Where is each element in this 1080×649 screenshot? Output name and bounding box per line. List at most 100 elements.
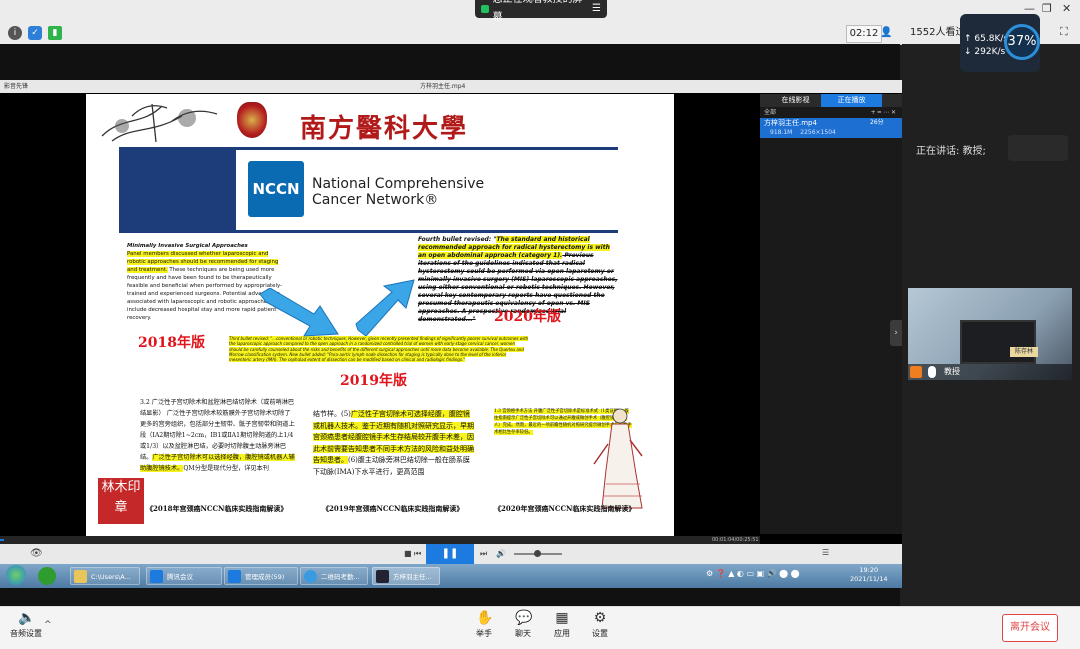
next-icon[interactable]: ⏭ [480, 549, 487, 559]
fullscreen-icon[interactable]: ⛶ [1060, 25, 1068, 39]
volume-icon[interactable]: 🔊 [496, 549, 506, 558]
raise-hand-button[interactable]: ✋ 举手 [464, 610, 504, 639]
caption-2018: 《2018年宫颈癌NCCN临床实践指南解读》 [146, 504, 288, 513]
player-title-bar: 影音先锋 方梓羽主任.mp4 [0, 80, 902, 93]
nccn-logo-icon: NCCN [245, 158, 307, 220]
cn-left-body: 3.2 广泛性子宫切除术和盆腔淋巴结切除术（或前哨淋巴结显影） 广泛性子宫切除术… [140, 399, 295, 461]
speaking-waveform [1008, 135, 1068, 161]
tree-ink-illustration [101, 103, 218, 143]
collapse-panel-button[interactable]: › [890, 320, 902, 346]
playlist-toolbar: 全部 + ━ ⋯ ✕ [760, 107, 902, 118]
nccn-title-line2: Cancer Network® [312, 192, 439, 208]
cn-left-tail: QM分型是现代分型，详见本刊 [183, 465, 269, 472]
rev-2020-lead: Fourth bullet revised: " [418, 236, 497, 243]
arrow-up-right-icon [355, 279, 415, 336]
chevron-up-icon[interactable]: ^ [44, 620, 52, 630]
gear-icon: ⚙ [593, 610, 607, 626]
playlist-item-meta: 918.1M 2256×1504 [770, 128, 836, 138]
apps-button[interactable]: ▦ 应用 [542, 610, 582, 639]
upload-speed: ↑ 65.8K/s [964, 34, 1009, 44]
player-app-icon [376, 570, 389, 583]
seek-progress [0, 539, 4, 541]
video-screen-content [960, 320, 1036, 364]
university-emblem-icon [237, 102, 267, 138]
media-player-icon[interactable] [38, 567, 56, 585]
taskbar-item-browser[interactable]: 二维码考勤... [300, 567, 368, 585]
caption-2019: 《2019年宫颈癌NCCN临床实践指南解读》 [322, 504, 464, 513]
tray-icons[interactable]: ⚙ ❓ ▲ ◐ ▭ ▣ 🔊 ⬤ ⬤ [706, 569, 800, 578]
chinese-text-2019: 结节样。(5)广泛性子宫切除术可选择经腹，腹腔镜或机器人技术。鉴于近期有随机对照… [313, 409, 475, 478]
cpu-usage-gauge: 37% [1004, 24, 1040, 60]
taskbar-item-player[interactable]: 方梓羽主任... [372, 567, 440, 585]
download-speed: ↓ 292K/s [964, 47, 1006, 57]
system-date: 2021/11/14 [850, 575, 888, 583]
volume-knob[interactable] [534, 550, 541, 557]
playlist-filter[interactable]: 全部 [764, 109, 776, 116]
playlist-panel [760, 94, 902, 534]
chat-icon: 💬 [515, 610, 533, 626]
prev-icon[interactable]: ⏮ [414, 549, 421, 559]
player-file-title: 方梓羽主任.mp4 [420, 83, 466, 90]
meeting-app-icon [150, 570, 163, 583]
hand-icon: ✋ [476, 610, 494, 626]
browser-icon [304, 570, 317, 583]
mis-heading: Minimally Invasive Surgical Approaches [127, 243, 248, 249]
arrow-down-right-icon [259, 288, 339, 337]
speaker-icon: 🔈 [18, 610, 36, 626]
close-icon[interactable]: ✕ [1062, 2, 1071, 15]
seal-text: 林木印章 [101, 480, 141, 515]
chinese-text-2018: 3.2 广泛性子宫切除术和盆腔淋巴结切除术（或前哨淋巴结显影） 广泛性子宫切除术… [140, 397, 296, 474]
seek-time: 00:01:04/00:25:51 [712, 537, 759, 543]
shield-icon[interactable]: ✓ [28, 26, 42, 40]
year-label-2020: 2020年版 [494, 309, 561, 325]
taskbar-item-members[interactable]: 管理成员(59) [224, 567, 298, 585]
settings-button[interactable]: ⚙ 设置 [580, 610, 620, 639]
maximize-icon[interactable]: ❐ [1042, 2, 1052, 15]
playlist-item-name: 方梓羽主任.mp4 [764, 119, 817, 127]
chevron-right-icon: › [894, 328, 898, 338]
year-label-2019: 2019年版 [340, 373, 407, 389]
members-app-icon [228, 570, 241, 583]
apps-icon: ▦ [555, 610, 569, 626]
screen-share-banner[interactable]: 您正在观看教授的屏幕 ☰ [475, 0, 607, 23]
stop-icon[interactable]: ■ [404, 549, 412, 558]
system-time: 19:20 [859, 566, 879, 574]
audio-settings-button[interactable]: 🔈 音频设置 [6, 610, 46, 639]
folder-icon [74, 570, 87, 583]
ink-figure-illustration [593, 408, 643, 509]
video-participant-name: 教授 [944, 367, 960, 376]
playlist-item-duration: 26分 [870, 119, 884, 126]
seal-stamp: 林木印章 [98, 478, 144, 524]
start-button[interactable] [6, 565, 26, 585]
playlist-item-resolution: 2256×1504 [800, 129, 836, 136]
university-name: 南方醫科大學 [300, 114, 469, 144]
chat-button[interactable]: 💬 聊天 [503, 610, 543, 639]
cn-mid-a: 结节样。(5) [313, 410, 351, 418]
menu-icon[interactable]: ☰ [592, 0, 601, 18]
taskbar-item-explorer[interactable]: C:\Users\A... [70, 567, 140, 585]
leave-meeting-button[interactable]: 离开会议 [1002, 614, 1058, 642]
system-clock: 19:20 2021/11/14 [850, 566, 887, 584]
seek-bar[interactable] [0, 536, 760, 544]
eye-icon[interactable]: 👁 [30, 548, 43, 559]
signal-icon[interactable]: ▮ [48, 26, 62, 40]
mic-icon [928, 366, 936, 378]
taskbar-item-meeting[interactable]: 腾讯会议 [146, 567, 222, 585]
info-icon[interactable]: i [8, 26, 22, 40]
year-label-2018: 2018年版 [138, 335, 205, 351]
pause-icon: ❚❚ [441, 548, 459, 559]
people-icon: 👤 [880, 27, 893, 38]
player-app-label: 影音先锋 [4, 83, 29, 90]
nccn-title-line1: National Comprehensive [312, 176, 485, 192]
meeting-duration: 02:12 [846, 25, 882, 43]
video-name-tag: 陈存林 [1010, 347, 1038, 357]
tab-now-playing[interactable]: 正在播放 [821, 94, 882, 107]
pause-button[interactable]: ❚❚ [426, 544, 474, 564]
playlist-actions-icon[interactable]: + ━ ⋯ ✕ [871, 107, 896, 118]
screen-share-icon [481, 5, 489, 13]
playlist-toggle-icon[interactable]: ☰ [822, 548, 829, 557]
avatar-icon [910, 366, 922, 378]
caption-2020: 《2020年宫颈癌NCCN临床实践指南解读》 [494, 504, 636, 513]
playlist-item-size: 918.1M [770, 129, 793, 136]
speaking-indicator: 正在讲话: 教授; [916, 146, 986, 157]
